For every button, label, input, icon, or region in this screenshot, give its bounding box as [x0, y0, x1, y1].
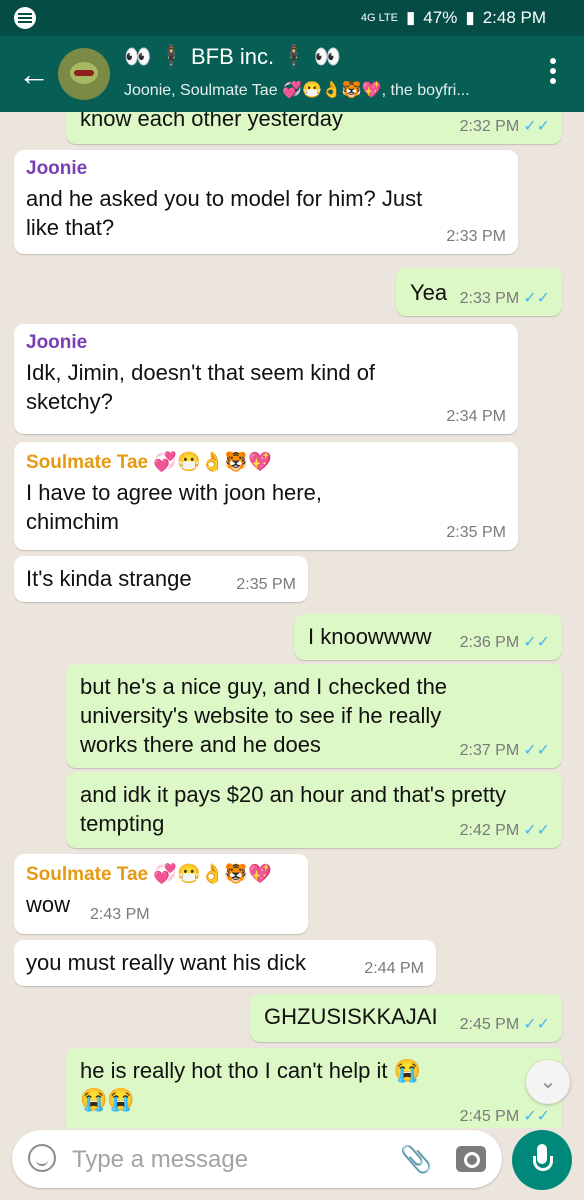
message-bubble[interactable]: GHZUSISKKAJAI 2:45 PM ✓✓ [250, 994, 562, 1042]
message-text: and he asked you to model for him? Just … [26, 186, 423, 240]
message-bubble[interactable]: It's kinda strange 2:35 PM [14, 556, 308, 602]
sender-name[interactable]: Soulmate Tae 💞😷👌🐯💖 [26, 450, 322, 474]
message-bubble[interactable]: Joonie Idk, Jimin, doesn't that seem kin… [14, 324, 518, 434]
message-list[interactable]: know each other yesterday 2:32 PM ✓✓ Joon… [0, 112, 584, 1128]
message-meta: 2:45 PM ✓✓ [460, 1014, 550, 1034]
message-time: 2:45 PM [459, 1016, 520, 1033]
message-time: 2:33 PM [459, 290, 520, 307]
chat-header: ← 👀 🕴 BFB inc. 🕴 👀 Joonie, Soulmate Tae … [0, 36, 584, 112]
message-time: 2:45 PM [459, 1108, 520, 1125]
message-meta: 2:45 PM ✓✓ [460, 1106, 550, 1126]
message-text: Yea [410, 280, 448, 305]
battery-percent: 47% [423, 8, 458, 27]
message-time: 2:36 PM [459, 634, 520, 651]
read-receipt-icon: ✓✓ [523, 822, 550, 839]
read-receipt-icon: ✓✓ [523, 1108, 550, 1125]
message-text: he is really hot tho I can't help it 😭 😭… [80, 1058, 421, 1112]
message-time: 2:42 PM [459, 822, 520, 839]
read-receipt-icon: ✓✓ [523, 118, 550, 135]
read-receipt-icon: ✓✓ [523, 1016, 550, 1033]
emoji-icon[interactable] [28, 1144, 56, 1172]
overflow-menu-icon[interactable] [550, 58, 556, 88]
message-meta: 2:33 PM ✓✓ [460, 288, 550, 308]
message-meta: 2:37 PM ✓✓ [460, 740, 550, 760]
message-meta: 2:32 PM ✓✓ [460, 116, 550, 136]
chat-members[interactable]: Joonie, Soulmate Tae 💞😷👌🐯💖, the boyfri..… [124, 80, 470, 100]
camera-icon[interactable] [456, 1146, 486, 1172]
message-text: I have to agree with joon here, chimchim [26, 480, 322, 534]
message-bubble[interactable]: and idk it pays $20 an hour and that's p… [66, 772, 562, 848]
message-time: 2:33 PM [446, 228, 506, 245]
chat-title[interactable]: 👀 🕴 BFB inc. 🕴 👀 [124, 44, 341, 70]
message-time: 2:43 PM [90, 906, 150, 923]
back-arrow-icon[interactable]: ← [18, 58, 50, 90]
read-receipt-icon: ✓✓ [523, 634, 550, 651]
message-text: I knoowwww [308, 624, 432, 649]
read-receipt-icon: ✓✓ [523, 290, 550, 307]
message-bubble[interactable]: know each other yesterday 2:32 PM ✓✓ [66, 112, 562, 144]
sender-name[interactable]: Joonie [26, 332, 375, 354]
message-text: It's kinda strange [26, 566, 192, 591]
message-bubble[interactable]: Joonie and he asked you to model for him… [14, 150, 518, 254]
status-indicators: 4G LTE ▮ 47% ▮ 2:48 PM [361, 8, 546, 28]
network-indicator: 4G LTE [360, 12, 398, 24]
message-bubble[interactable]: Soulmate Tae 💞😷👌🐯💖 I have to agree with … [14, 442, 518, 550]
group-avatar[interactable] [58, 48, 110, 100]
message-text: GHZUSISKKAJAI [264, 1004, 438, 1029]
message-time: 2:37 PM [459, 742, 520, 759]
message-bubble[interactable]: Soulmate Tae 💞😷👌🐯💖 wow 2:43 PM [14, 854, 308, 934]
message-input[interactable]: Type a message [72, 1146, 248, 1174]
message-meta: 2:42 PM ✓✓ [460, 820, 550, 840]
message-meta: 2:36 PM ✓✓ [460, 632, 550, 652]
message-time: 2:35 PM [446, 524, 506, 541]
message-time: 2:35 PM [236, 576, 296, 593]
message-bubble[interactable]: but he's a nice guy, and I checked the u… [66, 664, 562, 768]
status-bar: 4G LTE ▮ 47% ▮ 2:48 PM [0, 0, 584, 36]
message-time: 2:44 PM [364, 960, 424, 977]
scroll-to-bottom-icon[interactable]: ⌄ [526, 1060, 570, 1104]
spotify-icon [14, 7, 36, 29]
attachment-icon[interactable]: 📎 [400, 1144, 432, 1174]
sender-name[interactable]: Soulmate Tae 💞😷👌🐯💖 [26, 862, 272, 886]
battery-icon: ▮ [465, 8, 475, 27]
message-bubble[interactable]: he is really hot tho I can't help it 😭 😭… [66, 1048, 562, 1128]
signal-icon: ▮ [405, 8, 416, 27]
read-receipt-icon: ✓✓ [523, 742, 550, 759]
clock: 2:48 PM [482, 8, 546, 27]
message-text: but he's a nice guy, and I checked the u… [80, 674, 448, 757]
message-time: 2:34 PM [446, 408, 506, 425]
message-text: Idk, Jimin, doesn't that seem kind of sk… [26, 360, 376, 414]
message-composer: Type a message 📎 [12, 1130, 502, 1188]
message-text: and idk it pays $20 an hour and that's p… [80, 782, 507, 836]
message-bubble[interactable]: I knoowwww 2:36 PM ✓✓ [294, 614, 562, 660]
message-time: 2:32 PM [459, 118, 520, 135]
microphone-icon[interactable] [512, 1130, 572, 1190]
message-bubble[interactable]: you must really want his dick 2:44 PM [14, 940, 436, 986]
sender-name[interactable]: Joonie [26, 158, 422, 180]
message-text: know each other yesterday [80, 112, 343, 131]
message-text: you must really want his dick [26, 950, 306, 975]
message-bubble[interactable]: Yea 2:33 PM ✓✓ [396, 268, 562, 316]
